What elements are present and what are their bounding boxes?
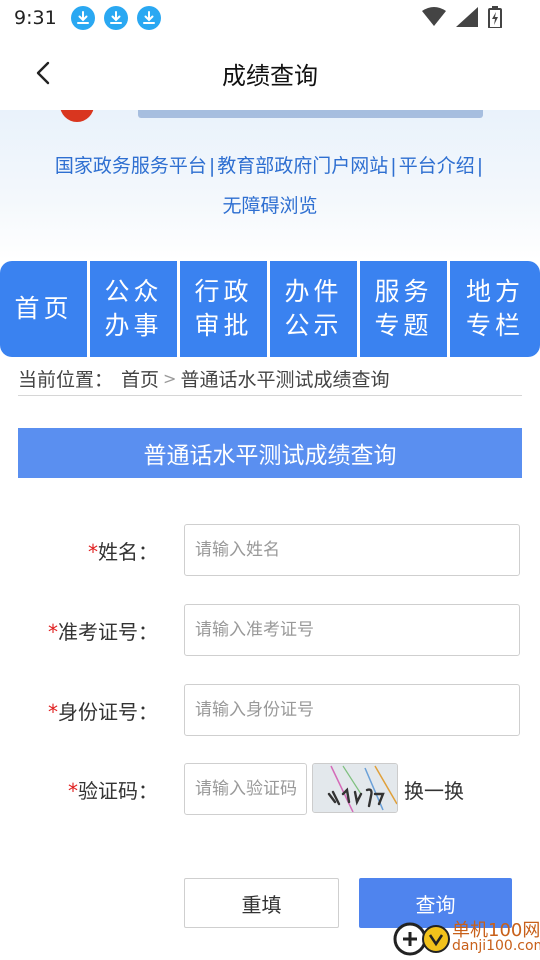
- nav-label-line1: 办件: [284, 277, 343, 306]
- nav-public-services[interactable]: 公众 办事: [90, 261, 177, 357]
- id-label: *身份证号：: [48, 696, 158, 725]
- link-national-gov-service[interactable]: 国家政务服务平台: [55, 155, 207, 177]
- back-button[interactable]: [28, 58, 58, 88]
- ticket-label: *准考证号：: [48, 616, 158, 645]
- required-mark: *: [48, 700, 58, 724]
- name-label: *姓名：: [88, 536, 158, 565]
- refresh-captcha-link[interactable]: 换一换: [404, 775, 464, 804]
- breadcrumb-prefix: 当前位置：: [18, 369, 114, 391]
- nav-home[interactable]: 首页: [0, 261, 87, 357]
- ticket-label-text: 准考证号：: [58, 620, 158, 644]
- reset-button[interactable]: 重填: [184, 878, 339, 928]
- watermark-url: danji100.com: [452, 938, 540, 954]
- captcha-label-text: 验证码：: [78, 779, 158, 803]
- captcha-image[interactable]: [312, 763, 398, 813]
- battery-icon: [488, 6, 502, 28]
- id-number-input[interactable]: [184, 684, 520, 736]
- nav-local-column[interactable]: 地方 专栏: [450, 261, 540, 357]
- main-nav: 首页 公众办事 行政审批 办件公示 服务专题 地方专栏: [0, 261, 540, 357]
- link-moe-portal[interactable]: 教育部政府门户网站: [217, 155, 388, 177]
- breadcrumb: 当前位置： 首页 > 普通话水平测试成绩查询: [18, 362, 522, 396]
- nav-service-topics[interactable]: 服务 专题: [360, 261, 447, 357]
- nav-label-line2: 办事: [104, 311, 163, 340]
- required-mark: *: [88, 540, 98, 564]
- section-title: 普通话水平测试成绩查询: [18, 428, 522, 478]
- link-separator: |: [208, 155, 216, 177]
- download-icon: [70, 6, 95, 30]
- app-header: 成绩查询: [0, 36, 540, 110]
- nav-label-line2: 公示: [284, 311, 343, 340]
- nav-label-line2: 专题: [374, 311, 433, 340]
- link-separator: |: [390, 155, 397, 177]
- nav-label-line1: 服务: [374, 277, 433, 306]
- link-accessibility[interactable]: 无障碍浏览: [222, 195, 317, 217]
- ticket-number-input[interactable]: [184, 604, 520, 656]
- wifi-icon: [422, 7, 446, 26]
- captcha-input[interactable]: [184, 763, 307, 815]
- form-row-captcha: *验证码： 换一换: [0, 763, 540, 815]
- status-icons: [422, 6, 502, 28]
- form-row-ticket: *准考证号：: [0, 604, 540, 656]
- name-label-text: 姓名：: [98, 540, 158, 564]
- nav-label-line1: 地方: [465, 277, 524, 306]
- nav-label-line1: 行政: [194, 277, 253, 306]
- nav-admin-approval[interactable]: 行政 审批: [180, 261, 267, 357]
- breadcrumb-home-link[interactable]: 首页: [121, 365, 159, 392]
- nav-label-line2: 审批: [194, 311, 253, 340]
- nav-label-line1: 公众: [104, 277, 163, 306]
- captcha-label: *验证码：: [68, 775, 158, 804]
- form-row-id: *身份证号：: [0, 684, 540, 736]
- nav-case-publicity[interactable]: 办件 公示: [270, 261, 357, 357]
- breadcrumb-current: 普通话水平测试成绩查询: [180, 369, 390, 391]
- site-banner: 国家政务服务平台 | 教育部政府门户网站 | 平台介绍 | 无障碍浏览: [0, 110, 540, 260]
- emblem-logo: [60, 110, 94, 122]
- nav-label-line2: 专栏: [465, 311, 524, 340]
- signal-icon: [456, 7, 478, 27]
- nav-home-label: 首页: [14, 294, 73, 323]
- back-arrow-icon: [36, 61, 50, 85]
- id-label-text: 身份证号：: [58, 700, 158, 724]
- required-mark: *: [68, 779, 78, 803]
- site-logo-text: [138, 110, 483, 118]
- form-row-name: *姓名：: [0, 524, 540, 576]
- name-input[interactable]: [184, 524, 520, 576]
- page-title: 成绩查询: [222, 61, 318, 90]
- watermark-logo: [393, 922, 450, 956]
- link-separator: |: [476, 155, 484, 177]
- download-icon: [103, 6, 128, 30]
- status-time: 9:31: [14, 7, 57, 29]
- link-platform-intro[interactable]: 平台介绍: [399, 155, 475, 177]
- banner-links: 国家政务服务平台 | 教育部政府门户网站 | 平台介绍 | 无障碍浏览: [0, 146, 540, 226]
- watermark: 单机100网 danji100.com: [392, 914, 540, 960]
- download-icon: [136, 6, 161, 30]
- status-bar: 9:31: [0, 0, 540, 36]
- required-mark: *: [48, 620, 58, 644]
- breadcrumb-arrow: >: [163, 369, 177, 388]
